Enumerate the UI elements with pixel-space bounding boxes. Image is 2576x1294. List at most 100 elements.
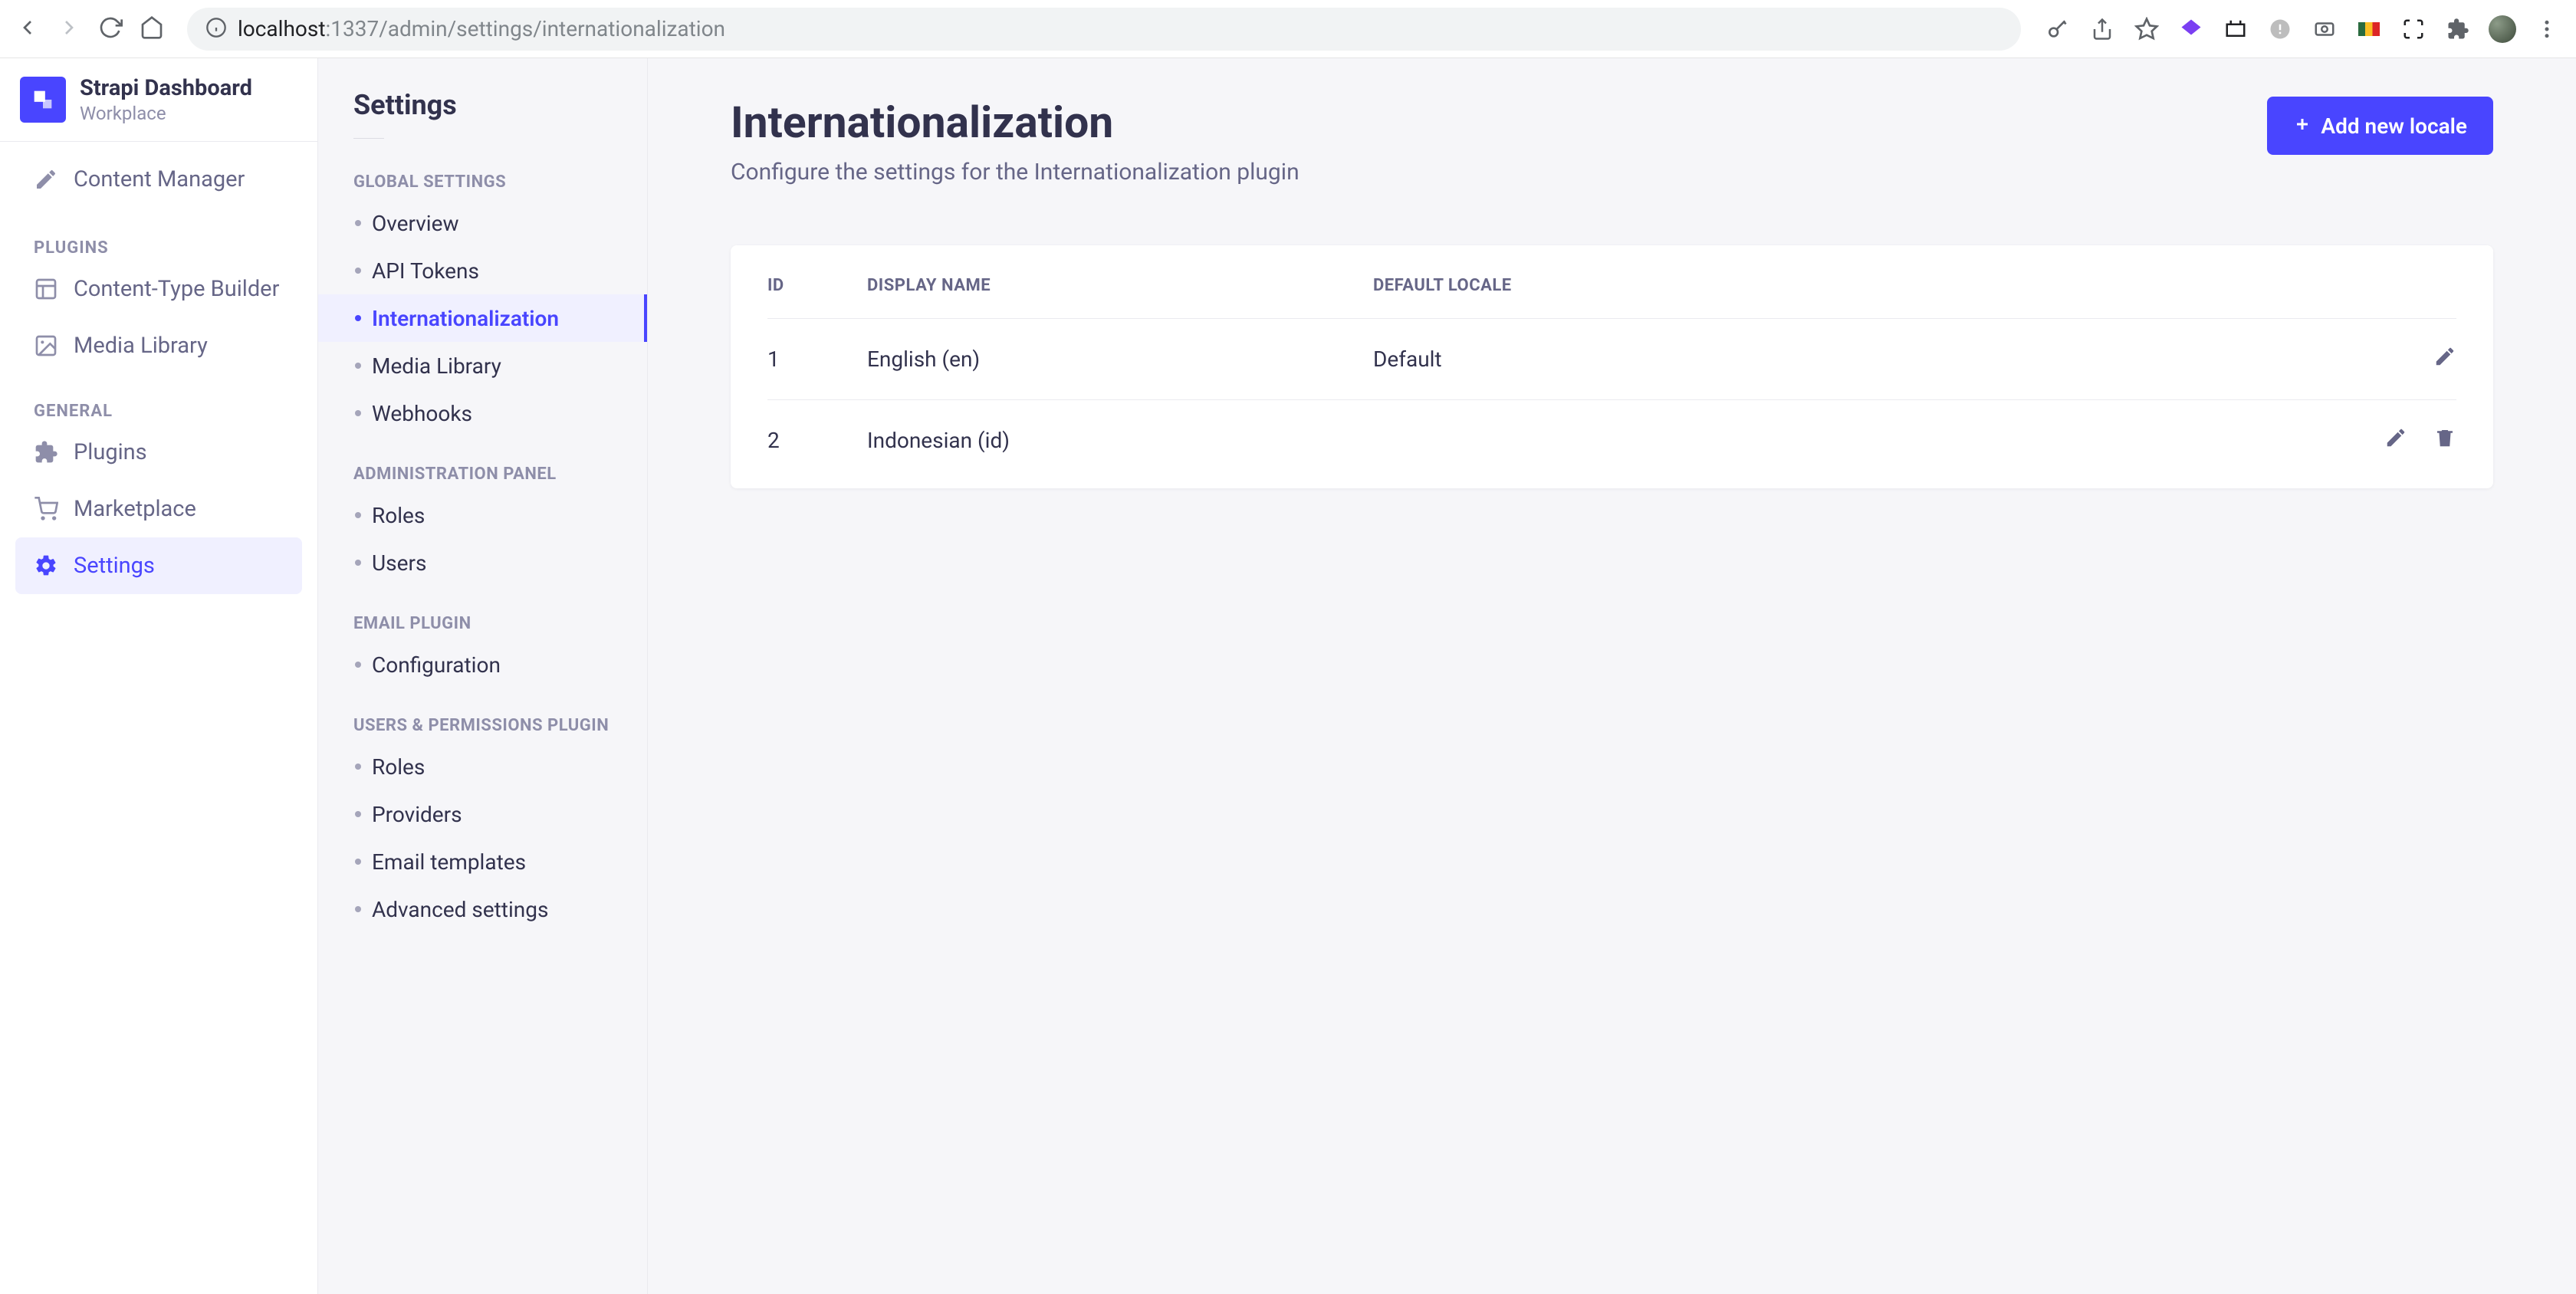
subnav-item-providers[interactable]: Providers bbox=[318, 790, 647, 838]
extensions-puzzle-icon[interactable] bbox=[2444, 15, 2472, 43]
strapi-logo-icon bbox=[20, 77, 66, 123]
bullet-icon bbox=[355, 560, 361, 566]
gear-icon bbox=[34, 553, 58, 578]
bullet-icon bbox=[355, 906, 361, 912]
browser-nav-buttons bbox=[15, 15, 164, 43]
bullet-icon bbox=[355, 363, 361, 369]
bullet-icon bbox=[355, 220, 361, 226]
subnav-item-internationalization[interactable]: Internationalization bbox=[318, 294, 647, 342]
nav-marketplace[interactable]: Marketplace bbox=[0, 481, 317, 537]
extension-icon-6[interactable] bbox=[2400, 15, 2427, 43]
subnav-item-label: Advanced settings bbox=[372, 897, 548, 922]
share-icon[interactable] bbox=[2088, 15, 2116, 43]
settings-subnav: Settings GLOBAL SETTINGSOverviewAPI Toke… bbox=[318, 58, 648, 1294]
nav-label: Settings bbox=[74, 553, 155, 579]
key-icon[interactable] bbox=[2044, 15, 2072, 43]
delete-icon[interactable] bbox=[2433, 426, 2456, 455]
bullet-icon bbox=[355, 410, 361, 416]
cell-id: 2 bbox=[767, 400, 867, 481]
col-header-id: ID bbox=[767, 245, 867, 319]
subnav-item-label: Webhooks bbox=[372, 401, 472, 426]
address-bar[interactable]: localhost:1337/admin/settings/internatio… bbox=[187, 8, 2021, 51]
extension-icon-1[interactable] bbox=[2177, 15, 2205, 43]
subnav-item-email-templates[interactable]: Email templates bbox=[318, 838, 647, 885]
bullet-icon bbox=[355, 662, 361, 668]
bookmark-star-icon[interactable] bbox=[2133, 15, 2160, 43]
bullet-icon bbox=[355, 268, 361, 274]
cart-icon bbox=[34, 497, 58, 521]
info-icon[interactable] bbox=[205, 17, 227, 41]
nav-content-type-builder[interactable]: Content-Type Builder bbox=[0, 261, 317, 317]
nav-settings[interactable]: Settings bbox=[15, 537, 302, 594]
subnav-item-label: Overview bbox=[372, 211, 459, 236]
nav-label: Marketplace bbox=[74, 496, 196, 522]
bullet-icon bbox=[355, 315, 361, 321]
nav-label: Plugins bbox=[74, 439, 147, 465]
subnav-group-label: ADMINISTRATION PANEL bbox=[318, 437, 647, 491]
puzzle-icon bbox=[34, 440, 58, 465]
subnav-item-api-tokens[interactable]: API Tokens bbox=[318, 247, 647, 294]
home-icon[interactable] bbox=[140, 15, 164, 43]
subnav-item-configuration[interactable]: Configuration bbox=[318, 641, 647, 688]
cell-display-name: English (en) bbox=[867, 319, 1373, 400]
subnav-item-roles[interactable]: Roles bbox=[318, 491, 647, 539]
nav-label: Media Library bbox=[74, 333, 208, 359]
page-description: Configure the settings for the Internati… bbox=[731, 159, 1300, 186]
subnav-item-label: Users bbox=[372, 550, 426, 576]
col-header-default-locale: DEFAULT LOCALE bbox=[1373, 245, 2349, 319]
edit-icon[interactable] bbox=[2433, 345, 2456, 373]
nav-plugins[interactable]: Plugins bbox=[0, 424, 317, 481]
brand-title: Strapi Dashboard bbox=[80, 75, 252, 101]
subnav-item-advanced-settings[interactable]: Advanced settings bbox=[318, 885, 647, 933]
bullet-icon bbox=[355, 764, 361, 770]
edit-icon[interactable] bbox=[2384, 426, 2407, 455]
locales-table-card: ID DISPLAY NAME DEFAULT LOCALE 1English … bbox=[731, 245, 2493, 488]
subnav-item-overview[interactable]: Overview bbox=[318, 199, 647, 247]
table-row[interactable]: 1English (en)Default bbox=[767, 319, 2456, 400]
subnav-item-webhooks[interactable]: Webhooks bbox=[318, 389, 647, 437]
extension-icon-4[interactable] bbox=[2311, 15, 2338, 43]
button-label: Add new locale bbox=[2321, 113, 2467, 139]
nav-section-general: GENERAL bbox=[0, 402, 317, 421]
brand-subtitle: Workplace bbox=[80, 103, 252, 124]
nav-media-library[interactable]: Media Library bbox=[0, 317, 317, 374]
bullet-icon bbox=[355, 859, 361, 865]
subnav-item-media-library[interactable]: Media Library bbox=[318, 342, 647, 389]
subnav-item-label: Roles bbox=[372, 503, 425, 528]
page-title: Internationalization bbox=[731, 97, 1300, 148]
nav-content-manager[interactable]: Content Manager bbox=[0, 148, 317, 211]
brand-header[interactable]: Strapi Dashboard Workplace bbox=[0, 58, 317, 142]
subnav-item-users[interactable]: Users bbox=[318, 539, 647, 586]
plus-icon bbox=[2293, 113, 2312, 139]
cell-default-locale bbox=[1373, 400, 2349, 481]
subnav-item-label: Roles bbox=[372, 754, 425, 780]
profile-avatar[interactable] bbox=[2489, 15, 2516, 43]
cell-id: 1 bbox=[767, 319, 867, 400]
main-sidebar: Strapi Dashboard Workplace Content Manag… bbox=[0, 58, 318, 1294]
extension-icon-5[interactable] bbox=[2355, 15, 2383, 43]
back-icon[interactable] bbox=[15, 15, 40, 43]
col-header-display-name: DISPLAY NAME bbox=[867, 245, 1373, 319]
subnav-title: Settings bbox=[318, 78, 647, 121]
reload-icon[interactable] bbox=[98, 15, 123, 43]
subnav-item-roles[interactable]: Roles bbox=[318, 743, 647, 790]
cell-default-locale: Default bbox=[1373, 319, 2349, 400]
subnav-item-label: API Tokens bbox=[372, 258, 479, 284]
bullet-icon bbox=[355, 512, 361, 518]
kebab-menu-icon[interactable] bbox=[2533, 15, 2561, 43]
extension-icon-2[interactable] bbox=[2222, 15, 2249, 43]
locales-table: ID DISPLAY NAME DEFAULT LOCALE 1English … bbox=[767, 245, 2456, 481]
subnav-item-label: Internationalization bbox=[372, 306, 559, 331]
divider bbox=[353, 138, 384, 139]
forward-icon bbox=[57, 15, 81, 43]
bullet-icon bbox=[355, 811, 361, 817]
nav-label: Content-Type Builder bbox=[74, 276, 279, 302]
extension-icon-3[interactable] bbox=[2266, 15, 2294, 43]
subnav-item-label: Media Library bbox=[372, 353, 501, 379]
add-locale-button[interactable]: Add new locale bbox=[2267, 97, 2493, 155]
image-icon bbox=[34, 333, 58, 358]
subnav-item-label: Configuration bbox=[372, 652, 501, 678]
table-row[interactable]: 2Indonesian (id) bbox=[767, 400, 2456, 481]
browser-toolbar: localhost:1337/admin/settings/internatio… bbox=[0, 0, 2576, 58]
layout-icon bbox=[34, 277, 58, 301]
